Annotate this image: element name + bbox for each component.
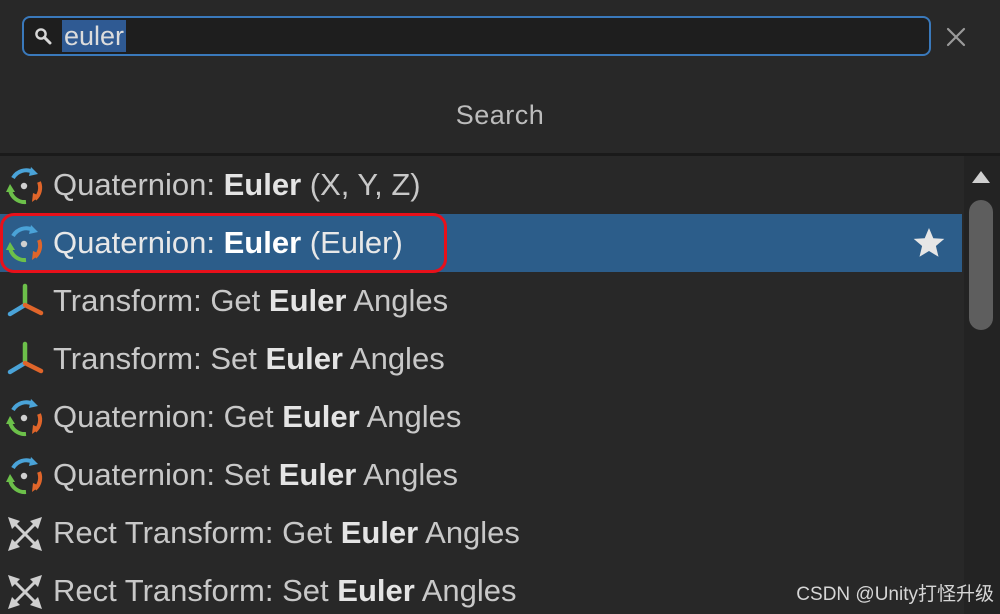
rect-transform-icon	[4, 571, 46, 613]
result-label: Quaternion: Set Euler Angles	[53, 456, 458, 494]
search-input[interactable]: euler	[22, 16, 931, 56]
result-label: Transform: Set Euler Angles	[53, 340, 445, 378]
result-label-prefix: Rect Transform: Set	[53, 573, 338, 608]
watermark-text: CSDN @Unity打怪升级	[796, 584, 994, 605]
result-label-match: Euler	[223, 167, 302, 202]
result-label-suffix: (Euler)	[301, 225, 403, 260]
result-label-prefix: Quaternion: Set	[53, 457, 279, 492]
result-label-match: Euler	[223, 225, 302, 260]
result-label: Rect Transform: Get Euler Angles	[53, 514, 520, 552]
result-label: Quaternion: Euler (Euler)	[53, 224, 403, 262]
result-row[interactable]: Quaternion: Get Euler Angles	[0, 388, 962, 446]
result-label-suffix: Angles	[359, 399, 462, 434]
close-icon[interactable]	[943, 24, 969, 50]
scrollbar-thumb[interactable]	[969, 200, 993, 330]
result-label: Rect Transform: Set Euler Angles	[53, 572, 517, 610]
result-row[interactable]: Quaternion: Set Euler Angles	[0, 446, 962, 504]
result-label-match: Euler	[340, 515, 419, 550]
result-label-match: Euler	[268, 283, 347, 318]
result-row[interactable]: Transform: Set Euler Angles	[0, 330, 962, 388]
quaternion-icon	[4, 397, 46, 439]
transform-icon	[4, 281, 46, 323]
result-label-suffix: Angles	[414, 573, 517, 608]
quaternion-icon	[4, 223, 46, 265]
result-row[interactable]: Transform: Get Euler Angles	[0, 272, 962, 330]
result-label-match: Euler	[265, 341, 343, 376]
result-label-suffix: Angles	[356, 457, 458, 492]
result-label-prefix: Transform: Set	[53, 341, 266, 376]
result-row-selected[interactable]: Quaternion: Euler (Euler)	[0, 214, 962, 272]
result-label-suffix: Angles	[346, 283, 449, 318]
search-title: Search	[455, 100, 545, 130]
result-row[interactable]: Quaternion: Euler (X, Y, Z)	[0, 156, 962, 214]
scroll-up-arrow-icon[interactable]	[971, 170, 991, 184]
search-icon	[35, 28, 52, 45]
result-label-match: Euler	[278, 457, 357, 492]
quaternion-icon	[4, 455, 46, 497]
result-label: Quaternion: Euler (X, Y, Z)	[53, 166, 421, 204]
result-label-prefix: Quaternion:	[53, 167, 224, 202]
result-label: Quaternion: Get Euler Angles	[53, 398, 461, 436]
transform-icon	[4, 339, 46, 381]
result-label-match: Euler	[337, 573, 415, 608]
result-label-prefix: Transform: Get	[53, 283, 269, 318]
result-row[interactable]: Rect Transform: Get Euler Angles	[0, 504, 962, 562]
result-label: Transform: Get Euler Angles	[53, 282, 448, 320]
results-list: Quaternion: Euler (X, Y, Z) Quaternion: E…	[0, 156, 962, 614]
search-query-text[interactable]: euler	[62, 20, 127, 52]
result-label-prefix: Quaternion:	[53, 225, 224, 260]
result-label-prefix: Rect Transform: Get	[53, 515, 341, 550]
result-label-match: Euler	[282, 399, 360, 434]
result-label-suffix: Angles	[418, 515, 520, 550]
star-icon[interactable]	[912, 226, 946, 260]
result-label-suffix: Angles	[343, 341, 445, 376]
search-panel: euler Search Quaternion: Euler (X, Y, Z)…	[0, 0, 1000, 614]
scrollbar[interactable]	[964, 156, 1000, 614]
result-label-prefix: Quaternion: Get	[53, 399, 283, 434]
rect-transform-icon	[4, 513, 46, 555]
result-label-suffix: (X, Y, Z)	[301, 167, 421, 202]
quaternion-icon	[4, 165, 46, 207]
